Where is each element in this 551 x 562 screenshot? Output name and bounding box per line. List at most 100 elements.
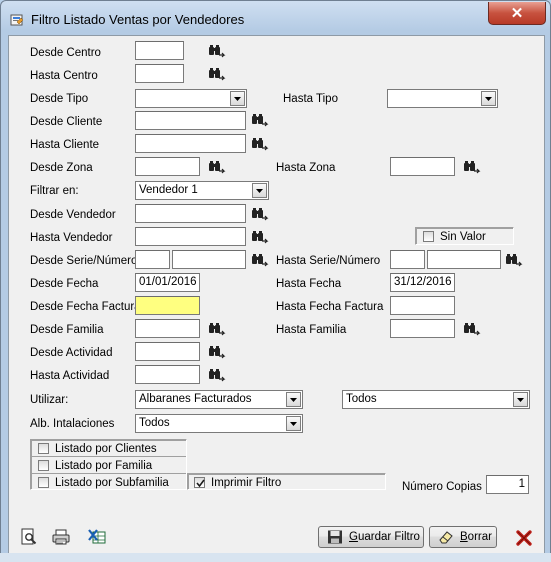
window-close-button[interactable]: ✕	[488, 2, 546, 25]
label-hasta-fecha: Hasta Fecha	[276, 278, 342, 290]
printer-icon[interactable]	[52, 528, 70, 546]
chevron-down-icon[interactable]	[513, 392, 528, 407]
hasta-fecha-input[interactable]: 31/12/2016	[390, 273, 455, 292]
listado-familia-checkbox[interactable]	[38, 460, 49, 471]
guardar-filtro-button[interactable]: Guardar Filtro	[318, 526, 424, 548]
label-desde-cliente: Desde Cliente	[30, 116, 103, 128]
label-desde-actividad: Desde Actividad	[30, 347, 113, 359]
window-title: Filtro Listado Ventas por Vendedores	[31, 12, 245, 27]
hasta-fecha-factura-input[interactable]	[390, 296, 455, 315]
imprimir-filtro-checkbox[interactable]	[194, 477, 205, 488]
binoculars-icon[interactable]	[208, 322, 226, 336]
hasta-familia-input[interactable]	[390, 319, 455, 338]
hasta-actividad-input[interactable]	[135, 365, 200, 384]
label-hasta-zona: Hasta Zona	[276, 162, 336, 174]
check-icon	[196, 479, 205, 488]
hasta-tipo-select[interactable]	[387, 89, 498, 108]
binoculars-icon[interactable]	[208, 368, 226, 382]
binoculars-icon[interactable]	[463, 160, 481, 174]
desde-fecha-factura-input[interactable]	[135, 296, 200, 315]
hasta-zona-input[interactable]	[390, 157, 455, 176]
label-hasta-centro: Hasta Centro	[30, 70, 98, 82]
chevron-down-icon[interactable]	[481, 91, 496, 106]
binoculars-icon[interactable]	[251, 113, 269, 127]
label-hasta-tipo: Hasta Tipo	[283, 93, 338, 105]
desde-actividad-input[interactable]	[135, 342, 200, 361]
background-strip	[0, 553, 551, 562]
label-desde-fecha: Desde Fecha	[30, 278, 99, 290]
title-bar: Filtro Listado Ventas por Vendedores ✕	[1, 1, 550, 35]
close-icon: ✕	[510, 5, 524, 22]
label-desde-zona: Desde Zona	[30, 162, 93, 174]
hasta-serie-input[interactable]	[390, 250, 425, 269]
binoculars-icon[interactable]	[208, 345, 226, 359]
desde-fecha-input[interactable]: 01/01/2016	[135, 273, 200, 292]
binoculars-icon[interactable]	[208, 160, 226, 174]
label-hasta-cliente: Hasta Cliente	[30, 139, 100, 151]
label-alb-instalaciones: Alb. Intalaciones	[30, 418, 115, 430]
sin-valor-checkbox[interactable]	[423, 231, 434, 242]
label-desde-familia: Desde Familia	[30, 324, 104, 336]
label-hasta-fecha-factura: Hasta Fecha Factura	[276, 301, 384, 313]
label-hasta-vendedor: Hasta Vendedor	[30, 232, 113, 244]
eraser-icon	[439, 531, 453, 544]
filtrar-en-select[interactable]: Vendedor 1	[135, 181, 269, 200]
binoculars-icon[interactable]	[251, 207, 269, 221]
divider	[31, 473, 186, 474]
hasta-numero-input[interactable]	[427, 250, 501, 269]
desde-cliente-input[interactable]	[135, 111, 246, 130]
listado-clientes-label: Listado por Clientes	[55, 443, 157, 455]
dialog-window: Filtro Listado Ventas por Vendedores ✕ D…	[0, 0, 551, 562]
listado-clientes-checkbox[interactable]	[38, 443, 49, 454]
desde-numero-input[interactable]	[172, 250, 246, 269]
hasta-vendedor-input[interactable]	[135, 227, 246, 246]
exit-x-icon[interactable]	[515, 529, 533, 547]
app-icon	[10, 14, 24, 26]
listado-subfamilia-checkbox[interactable]	[38, 477, 49, 488]
divider	[31, 456, 186, 457]
desde-zona-input[interactable]	[135, 157, 200, 176]
listado-subfamilia-label: Listado por Subfamilia	[55, 477, 169, 489]
chevron-down-icon[interactable]	[230, 91, 245, 106]
binoculars-icon[interactable]	[505, 253, 523, 267]
form-area: Desde Centro Hasta Centro Desde Tipo Has…	[8, 35, 545, 556]
desde-vendedor-input[interactable]	[135, 204, 246, 223]
floppy-disk-icon	[328, 530, 342, 544]
label-desde-fecha-factura: Desde Fecha Factura	[30, 301, 141, 313]
utilizar-estado-select[interactable]: Todos	[342, 390, 530, 409]
label-numero-copias: Número Copias	[402, 481, 482, 493]
binoculars-icon[interactable]	[251, 230, 269, 244]
label-desde-centro: Desde Centro	[30, 47, 101, 59]
label-desde-tipo: Desde Tipo	[30, 93, 89, 105]
desde-centro-input[interactable]	[135, 41, 184, 60]
binoculars-icon[interactable]	[251, 253, 269, 267]
imprimir-filtro-label: Imprimir Filtro	[211, 477, 282, 489]
label-hasta-serie: Hasta Serie/Número	[276, 255, 381, 267]
chevron-down-icon[interactable]	[286, 416, 301, 431]
chevron-down-icon[interactable]	[252, 183, 267, 198]
chevron-down-icon[interactable]	[286, 392, 301, 407]
alb-instalaciones-select[interactable]: Todos	[135, 414, 303, 433]
excel-export-icon[interactable]	[88, 528, 106, 546]
label-filtrar-en: Filtrar en:	[30, 185, 79, 197]
sin-valor-label: Sin Valor	[440, 231, 486, 243]
binoculars-icon[interactable]	[251, 137, 269, 151]
numero-copias-input[interactable]: 1	[486, 475, 529, 494]
desde-serie-input[interactable]	[135, 250, 170, 269]
label-utilizar: Utilizar:	[30, 394, 69, 406]
listado-familia-label: Listado por Familia	[55, 460, 153, 472]
binoculars-icon[interactable]	[463, 322, 481, 336]
label-hasta-familia: Hasta Familia	[276, 324, 347, 336]
desde-familia-input[interactable]	[135, 319, 200, 338]
binoculars-icon[interactable]	[208, 44, 226, 58]
hasta-centro-input[interactable]	[135, 64, 184, 83]
print-preview-icon[interactable]	[20, 528, 38, 546]
hasta-cliente-input[interactable]	[135, 134, 246, 153]
desde-tipo-select[interactable]	[135, 89, 247, 108]
binoculars-icon[interactable]	[208, 67, 226, 81]
borrar-button[interactable]: Borrar	[429, 526, 497, 548]
utilizar-select[interactable]: Albaranes Facturados	[135, 390, 303, 409]
label-hasta-actividad: Hasta Actividad	[30, 370, 110, 382]
label-desde-vendedor: Desde Vendedor	[30, 209, 116, 221]
label-desde-serie: Desde Serie/Número	[30, 255, 138, 267]
